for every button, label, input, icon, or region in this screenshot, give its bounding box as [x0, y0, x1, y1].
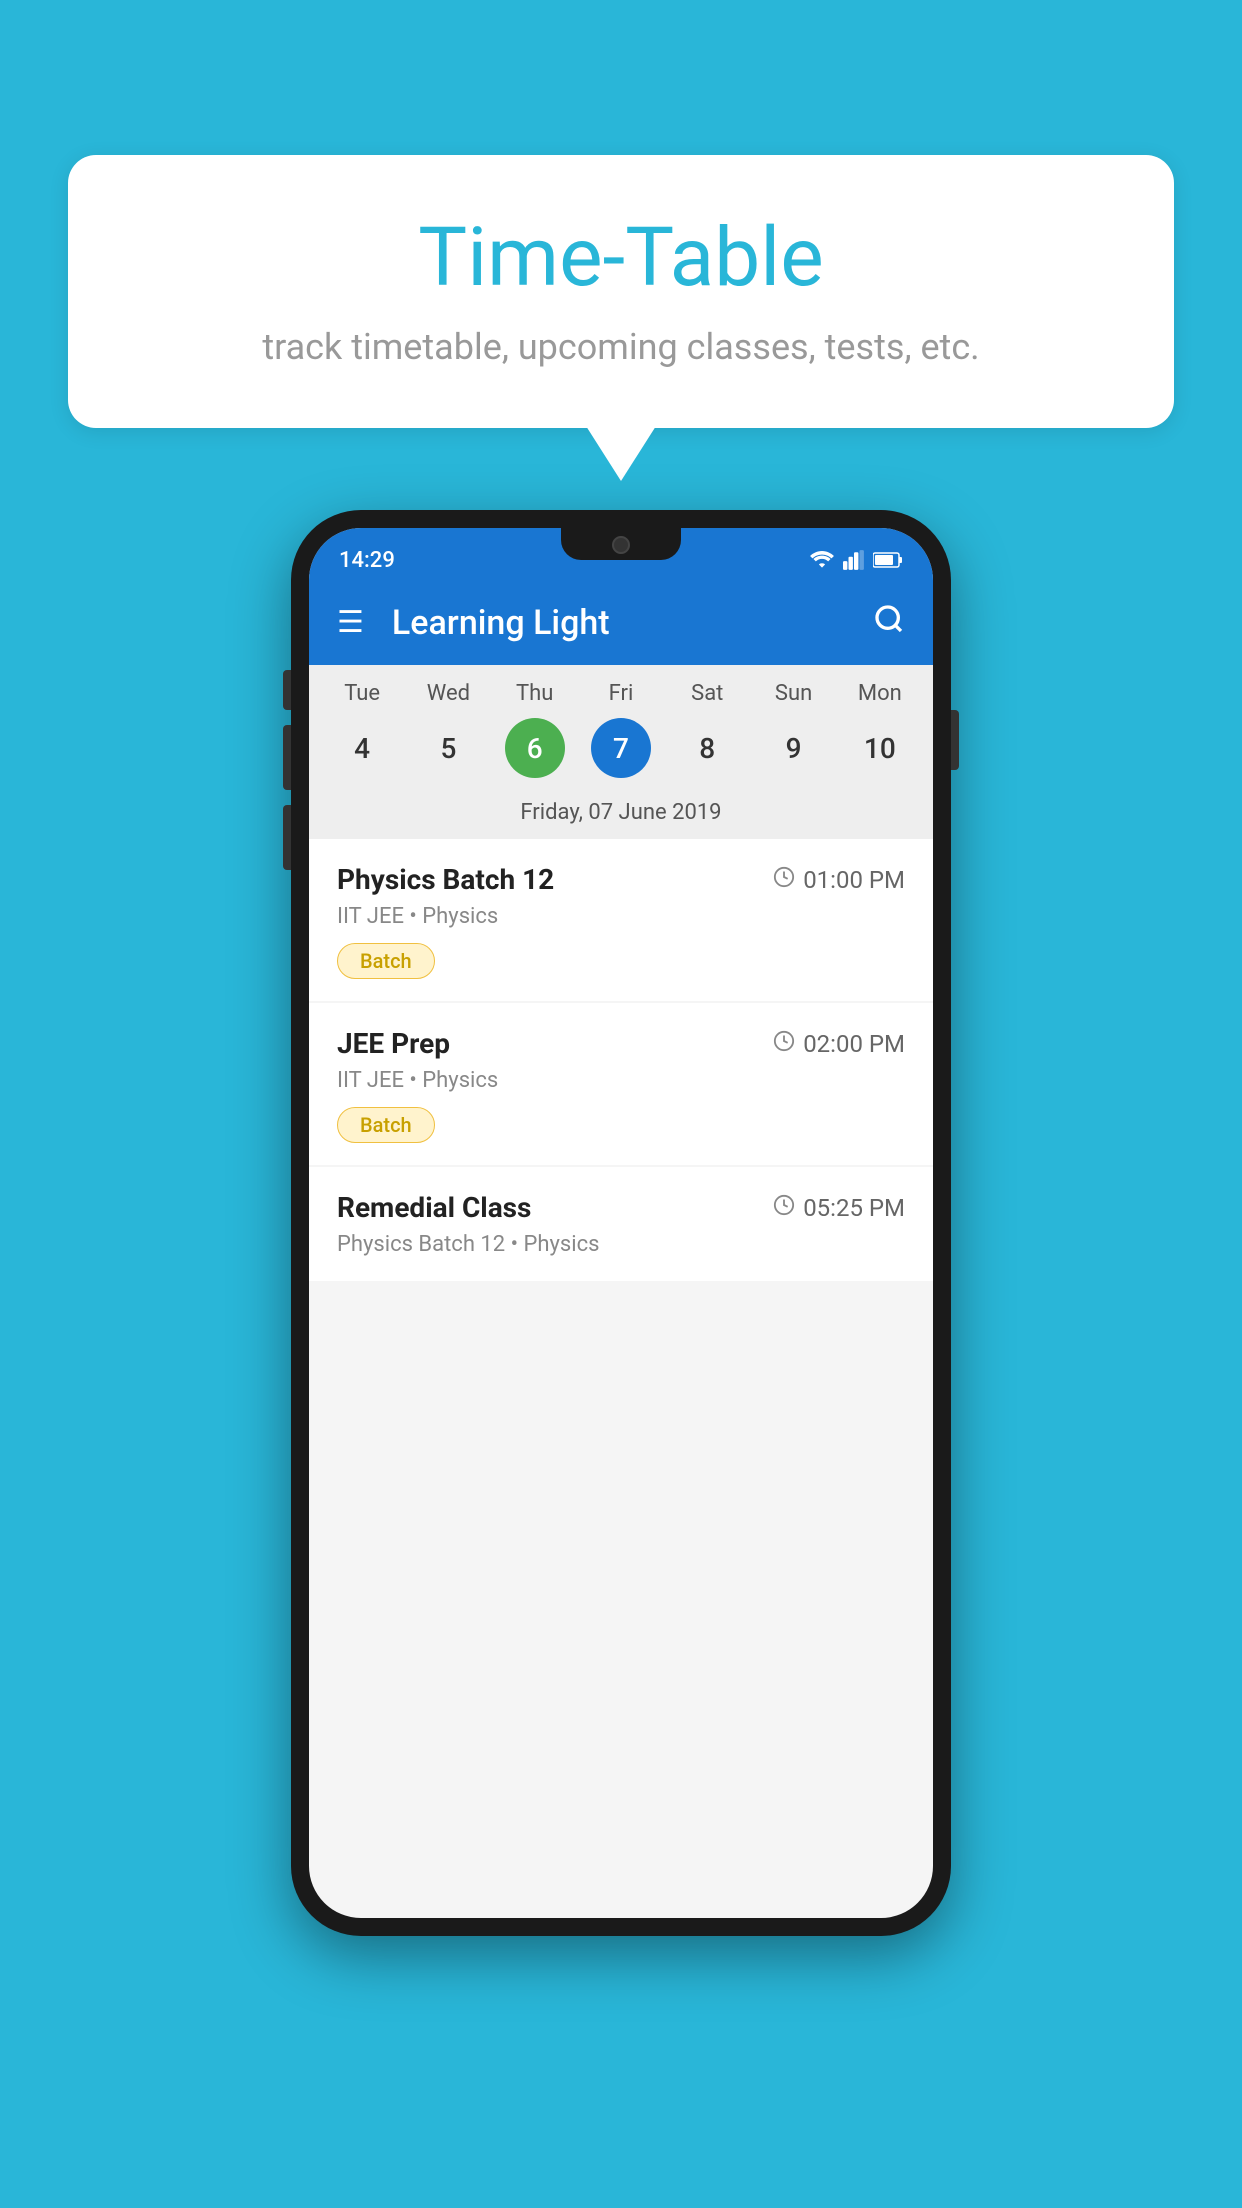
schedule-item-2[interactable]: JEE Prep 02:00 PM IIT JEE • Physics — [309, 1003, 933, 1165]
wifi-icon — [809, 550, 835, 570]
batch-badge-2: Batch — [337, 1107, 435, 1143]
schedule-title-3: Remedial Class — [337, 1191, 531, 1224]
date-7[interactable]: 7 — [578, 718, 664, 778]
speech-bubble-section: Time-Table track timetable, upcoming cla… — [68, 155, 1174, 481]
status-icons — [809, 550, 903, 570]
schedule-time-2: 02:00 PM — [773, 1030, 905, 1058]
schedule-time-3: 05:25 PM — [773, 1194, 905, 1222]
date-6[interactable]: 6 — [492, 718, 578, 778]
app-bar-title: Learning Light — [392, 603, 873, 643]
date-circle-8: 8 — [677, 718, 737, 778]
clock-icon-2 — [773, 1030, 795, 1058]
schedule-subtitle-3: Physics Batch 12 • Physics — [337, 1232, 905, 1257]
schedule-list: Physics Batch 12 01:00 PM IIT JEE • P — [309, 839, 933, 1283]
phone-outer-shell: 14:29 — [291, 510, 951, 1936]
battery-icon — [873, 550, 903, 570]
phone-screen: 14:29 — [309, 528, 933, 1918]
schedule-item-1-header: Physics Batch 12 01:00 PM — [337, 863, 905, 896]
date-circle-10: 10 — [850, 718, 910, 778]
day-sat: Sat — [664, 681, 750, 706]
selected-date-label: Friday, 07 June 2019 — [309, 792, 933, 839]
schedule-time-1: 01:00 PM — [773, 866, 905, 894]
status-time: 14:29 — [339, 548, 395, 573]
date-4[interactable]: 4 — [319, 718, 405, 778]
schedule-title-2: JEE Prep — [337, 1027, 450, 1060]
phone-mute-button — [283, 670, 291, 710]
day-thu: Thu — [492, 681, 578, 706]
date-circle-7-selected: 7 — [591, 718, 651, 778]
day-sun: Sun — [750, 681, 836, 706]
timetable-title: Time-Table — [128, 210, 1114, 306]
date-circle-5: 5 — [418, 718, 478, 778]
calendar-section: Tue Wed Thu Fri Sat Sun Mon 4 5 — [309, 665, 933, 839]
time-value-2: 02:00 PM — [803, 1030, 905, 1058]
batch-badge-1: Batch — [337, 943, 435, 979]
phone-camera — [612, 536, 630, 554]
hamburger-menu-icon[interactable]: ☰ — [337, 605, 364, 640]
time-value-3: 05:25 PM — [803, 1194, 905, 1222]
timetable-subtitle: track timetable, upcoming classes, tests… — [128, 326, 1114, 368]
schedule-item-2-header: JEE Prep 02:00 PM — [337, 1027, 905, 1060]
schedule-item-3[interactable]: Remedial Class 05:25 PM Physics Batch — [309, 1167, 933, 1281]
clock-icon-1 — [773, 866, 795, 894]
day-fri: Fri — [578, 681, 664, 706]
clock-icon-3 — [773, 1194, 795, 1222]
schedule-title-1: Physics Batch 12 — [337, 863, 554, 896]
date-circle-4: 4 — [332, 718, 392, 778]
calendar-dates: 4 5 6 7 8 9 — [309, 712, 933, 792]
date-5[interactable]: 5 — [405, 718, 491, 778]
date-circle-9: 9 — [764, 718, 824, 778]
phone-power-button — [951, 710, 959, 770]
schedule-subtitle-1: IIT JEE • Physics — [337, 904, 905, 929]
phone-volume-up-button — [283, 725, 291, 790]
signal-icon — [843, 550, 865, 570]
calendar-days-header: Tue Wed Thu Fri Sat Sun Mon — [309, 665, 933, 712]
search-icon[interactable] — [873, 603, 905, 643]
phone-mockup: 14:29 — [291, 510, 951, 1936]
time-value-1: 01:00 PM — [803, 866, 905, 894]
day-tue: Tue — [319, 681, 405, 706]
phone-notch — [561, 528, 681, 560]
schedule-subtitle-2: IIT JEE • Physics — [337, 1068, 905, 1093]
schedule-item-1[interactable]: Physics Batch 12 01:00 PM IIT JEE • P — [309, 839, 933, 1001]
schedule-item-3-header: Remedial Class 05:25 PM — [337, 1191, 905, 1224]
app-bar: ☰ Learning Light — [309, 580, 933, 665]
day-wed: Wed — [405, 681, 491, 706]
phone-volume-down-button — [283, 805, 291, 870]
date-10[interactable]: 10 — [837, 718, 923, 778]
day-mon: Mon — [837, 681, 923, 706]
speech-bubble-tail — [586, 426, 656, 481]
speech-bubble-card: Time-Table track timetable, upcoming cla… — [68, 155, 1174, 428]
date-8[interactable]: 8 — [664, 718, 750, 778]
date-9[interactable]: 9 — [750, 718, 836, 778]
date-circle-6-today: 6 — [505, 718, 565, 778]
